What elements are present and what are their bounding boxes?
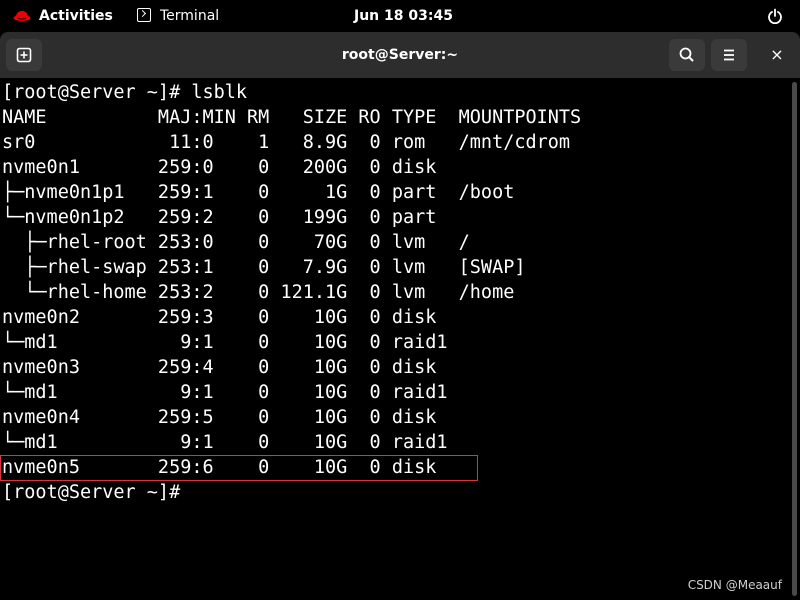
watermark: CSDN @Meaauf — [687, 578, 782, 592]
terminal-line: ├─rhel-swap 253:1 0 7.9G 0 lvm [SWAP] — [2, 257, 526, 278]
new-tab-icon — [16, 47, 32, 63]
terminal-line-highlighted: nvme0n5 259:6 0 10G 0 disk — [2, 457, 437, 478]
terminal-line: └─md1 9:1 0 10G 0 raid1 — [2, 382, 448, 403]
terminal-icon — [137, 8, 151, 22]
terminal-line: └─md1 9:1 0 10G 0 raid1 — [2, 332, 448, 353]
terminal-line: └─md1 9:1 0 10G 0 raid1 — [2, 432, 448, 453]
close-icon: × — [770, 45, 784, 64]
close-button[interactable]: × — [760, 39, 794, 71]
menu-button[interactable] — [711, 39, 747, 71]
terminal-line: ├─rhel-root 253:0 0 70G 0 lvm / — [2, 232, 470, 253]
terminal-line: └─nvme0n1p2 259:2 0 199G 0 part — [2, 207, 437, 228]
terminal-line: nvme0n2 259:3 0 10G 0 disk — [2, 307, 437, 328]
scrollbar-thumb[interactable] — [792, 82, 797, 596]
search-button[interactable] — [669, 39, 705, 71]
terminal-line: nvme0n3 259:4 0 10G 0 disk — [2, 357, 437, 378]
terminal-line: nvme0n4 259:5 0 10G 0 disk — [2, 407, 437, 428]
power-icon[interactable] — [767, 8, 783, 24]
terminal-line: nvme0n1 259:0 0 200G 0 disk — [2, 157, 437, 178]
search-icon — [679, 47, 694, 62]
terminal-line: sr0 11:0 1 8.9G 0 rom /mnt/cdrom — [2, 132, 571, 153]
terminal-line: └─rhel-home 253:2 0 121.1G 0 lvm /home — [2, 282, 515, 303]
red-hat-logo-icon — [13, 11, 31, 21]
terminal-output[interactable]: [root@Server ~]# lsblk NAME MAJ:MIN RM S… — [0, 78, 790, 600]
top-bar: Activities Terminal Jun 18 03:45 — [0, 0, 800, 32]
new-tab-button[interactable] — [6, 39, 42, 71]
clock[interactable]: Jun 18 03:45 — [354, 0, 453, 32]
window-titlebar: root@Server:~ × — [0, 32, 800, 78]
scrollbar[interactable] — [790, 78, 800, 600]
terminal-line: NAME MAJ:MIN RM SIZE RO TYPE MOUNTPOINTS — [2, 107, 582, 128]
terminal-line: ├─nvme0n1p1 259:1 0 1G 0 part /boot — [2, 182, 515, 203]
app-menu-terminal[interactable]: Terminal — [160, 0, 219, 32]
terminal-prompt: [root@Server ~]# — [2, 482, 181, 503]
terminal-line: [root@Server ~]# lsblk — [2, 82, 248, 103]
hamburger-menu-icon — [724, 49, 734, 61]
activities-button[interactable]: Activities — [39, 0, 113, 32]
